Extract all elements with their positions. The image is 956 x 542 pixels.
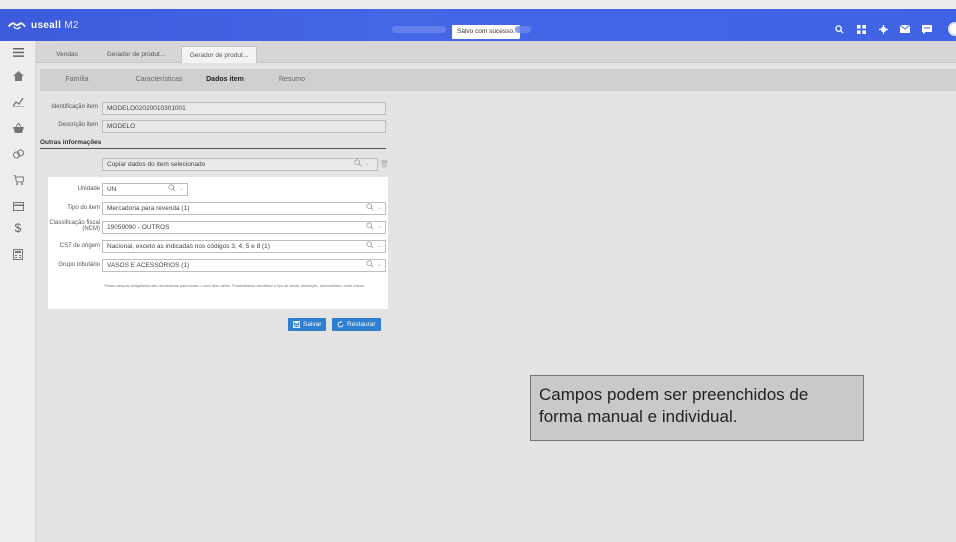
app-logo[interactable]: ᨎ useall M2 xyxy=(8,17,79,33)
cst-chevron-down-icon[interactable]: ⌄ xyxy=(377,241,382,252)
blurred-user-info-2 xyxy=(515,26,531,33)
grupo-chevron-down-icon[interactable]: ⌄ xyxy=(377,260,382,271)
ncm-search-icon[interactable] xyxy=(366,222,374,234)
cst-combobox[interactable]: Nacional, exceto as indicadas nos código… xyxy=(102,240,386,253)
section-divider xyxy=(40,148,386,149)
cst-search-icon[interactable] xyxy=(366,241,374,253)
identificacao-field: MODELO02020010301001 xyxy=(102,102,386,115)
required-fields-panel: Unidade UN ⌄ Tipo do item Mercadoria par… xyxy=(48,177,388,309)
restore-button[interactable]: Restaurar xyxy=(332,318,381,331)
trash-icon[interactable]: 🗑 xyxy=(380,159,389,170)
descricao-field[interactable]: MODELO xyxy=(102,120,386,133)
ncm-combobox[interactable]: 19059090 - OUTROS xyxy=(102,221,386,234)
chat-icon[interactable] xyxy=(916,20,938,38)
tab-gerador-2[interactable]: Gerador de produt... xyxy=(181,46,257,63)
user-avatar[interactable] xyxy=(948,22,956,36)
ncm-chevron-down-icon[interactable]: ⌄ xyxy=(377,222,382,233)
tab-gerador-1[interactable]: Gerador de produt... xyxy=(91,46,181,63)
step-resumo[interactable]: Resumo xyxy=(272,69,312,91)
wizard-steps: Família Características Dados item Resum… xyxy=(40,69,956,91)
save-button[interactable]: Salvar xyxy=(288,318,327,331)
copy-item-combobox[interactable]: Copiar dados do item selecionado xyxy=(102,158,378,171)
calculator-icon[interactable] xyxy=(0,245,36,263)
mail-icon[interactable] xyxy=(894,20,916,38)
window-top-strip xyxy=(0,0,956,9)
tipo-label: Tipo do item xyxy=(67,205,100,211)
tipo-chevron-down-icon[interactable]: ⌄ xyxy=(377,203,382,214)
top-bar: ᨎ useall M2 Salvo com sucesso. xyxy=(0,9,956,41)
blurred-user-info xyxy=(392,26,446,33)
tutorial-callout: Campos podem ser preenchidos de forma ma… xyxy=(530,375,864,441)
copy-chevron-down-icon[interactable]: ⌄ xyxy=(365,159,370,170)
menu-icon[interactable] xyxy=(0,43,36,61)
coins-icon[interactable] xyxy=(0,145,36,163)
cart-icon[interactable] xyxy=(0,171,36,189)
dollar-icon[interactable]: $ xyxy=(0,219,36,237)
step-caracteristicas[interactable]: Características xyxy=(124,69,194,91)
restore-button-label: Restaurar xyxy=(347,321,376,328)
main-content: Família Características Dados item Resum… xyxy=(36,63,956,542)
grid-icon[interactable] xyxy=(850,20,872,38)
cst-label: CST de origem xyxy=(59,243,100,249)
grupo-label: Grupo tributário xyxy=(58,262,100,268)
logo-text: useall M2 xyxy=(31,19,79,31)
ncm-label: Classificação fiscal (NCM) xyxy=(49,220,100,232)
section-title: Outras informações xyxy=(40,139,102,146)
tab-vendas[interactable]: Vendas xyxy=(46,46,88,63)
save-button-label: Salvar xyxy=(303,321,322,328)
tipo-combobox[interactable]: Mercadoria para revenda (1) xyxy=(102,202,386,215)
home-icon[interactable] xyxy=(0,67,36,85)
identificacao-label: Identificação item xyxy=(51,104,98,110)
grupo-combobox[interactable]: VASOS E ACESSÓRIOS (1) xyxy=(102,259,386,272)
chart-icon[interactable] xyxy=(0,93,36,111)
success-toast: Salvo com sucesso. xyxy=(452,25,520,39)
copy-search-icon[interactable] xyxy=(354,159,362,171)
refresh-icon xyxy=(337,321,344,328)
grupo-search-icon[interactable] xyxy=(366,260,374,272)
step-familia[interactable]: Família xyxy=(52,69,102,91)
tipo-search-icon[interactable] xyxy=(366,203,374,215)
save-icon xyxy=(293,321,300,328)
module-tabs: Vendas Gerador de produt... Gerador de p… xyxy=(36,41,956,63)
sidebar: $ xyxy=(0,41,36,542)
unidade-chevron-down-icon[interactable]: ⌄ xyxy=(179,184,184,195)
search-icon[interactable] xyxy=(828,20,850,38)
settings-icon[interactable] xyxy=(872,20,894,38)
unidade-label: Unidade xyxy=(77,186,100,192)
card-icon[interactable] xyxy=(0,197,36,215)
required-fields-note: *Estes campos obrigatórios são necessári… xyxy=(104,284,364,288)
logo-icon: ᨎ xyxy=(8,16,28,33)
basket-icon[interactable] xyxy=(0,119,36,137)
unidade-search-icon[interactable] xyxy=(168,184,176,196)
step-dados-item[interactable]: Dados item xyxy=(200,69,250,91)
descricao-label: Descrição item xyxy=(58,122,98,128)
